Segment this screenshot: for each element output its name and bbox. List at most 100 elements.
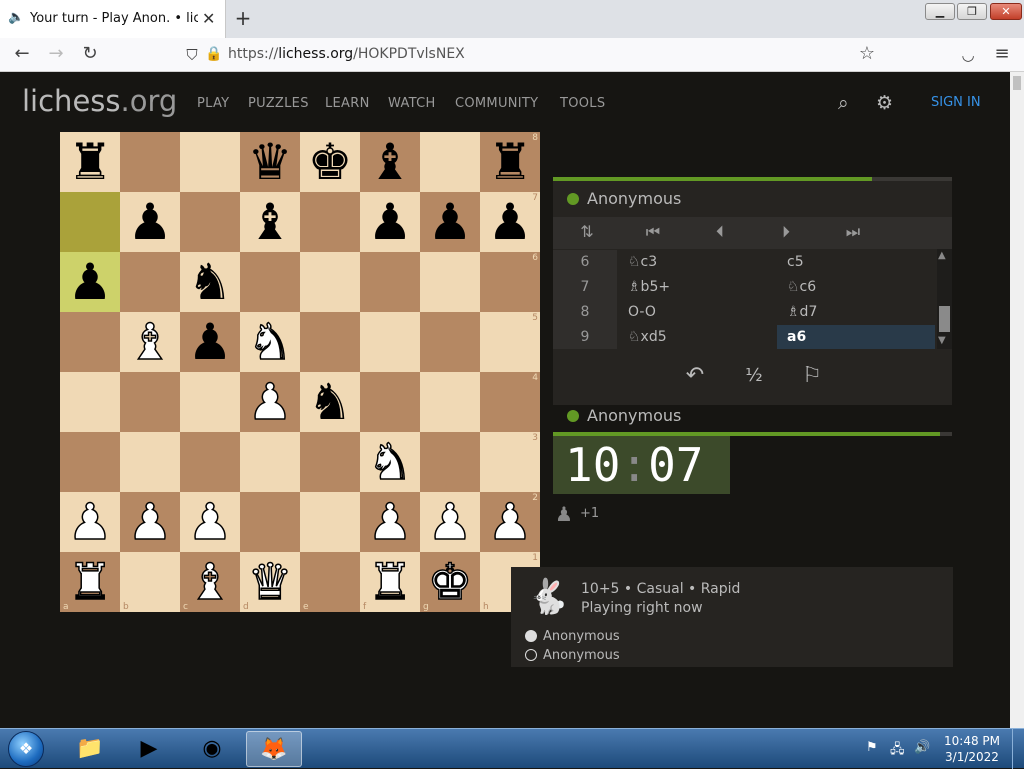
url-bar[interactable]: https://lichess.org/HOKPDTvlsNEX bbox=[228, 46, 465, 62]
white-rook-icon[interactable]: ♜ bbox=[360, 552, 420, 612]
reload-icon[interactable]: ↻ bbox=[78, 43, 102, 64]
white-king-icon[interactable]: ♚ bbox=[420, 552, 480, 612]
scroll-down-icon[interactable]: ▼ bbox=[938, 335, 946, 346]
chess-board[interactable]: ♜ ♛ ♚ ♝ ♜ 8 ♟ ♝ ♟ ♟ ♟ 7 ♟ ♞ 6 ♝ ♟ ♞ 5 ♟ ♞ 4 ♞ 3 ♟ ♟ ♟ ♟ ♟ ♟ 2 ♜ a b ♝ c ♛ d e ♜… bbox=[60, 132, 540, 612]
close-tab-icon[interactable]: ✕ bbox=[202, 9, 215, 28]
square-f1[interactable]: ♜ f bbox=[360, 552, 420, 612]
nav-watch[interactable]: WATCH bbox=[388, 96, 436, 111]
start-button[interactable]: ❖ bbox=[8, 731, 44, 767]
first-move-icon[interactable]: ⏮ bbox=[638, 222, 668, 242]
forward-arrow-icon[interactable]: → bbox=[44, 43, 68, 64]
square-b8[interactable] bbox=[120, 132, 180, 192]
square-d1[interactable]: ♛ d bbox=[240, 552, 300, 612]
last-move-icon[interactable]: ⏭ bbox=[838, 222, 868, 242]
square-c2[interactable]: ♟ bbox=[180, 492, 240, 552]
pocket-icon[interactable]: ◡ bbox=[956, 46, 980, 64]
black-pawn-icon[interactable]: ♟ bbox=[120, 192, 180, 252]
square-b4[interactable] bbox=[120, 372, 180, 432]
speaker-icon[interactable]: 🔈 bbox=[8, 10, 24, 25]
square-f2[interactable]: ♟ bbox=[360, 492, 420, 552]
square-d3[interactable] bbox=[240, 432, 300, 492]
white-pawn-icon[interactable]: ♟ bbox=[240, 372, 300, 432]
opponent-name[interactable]: Anonymous bbox=[587, 189, 681, 208]
tracking-shield-icon[interactable]: ⛉ bbox=[180, 46, 204, 64]
square-b1[interactable]: b bbox=[120, 552, 180, 612]
white-bishop-icon[interactable]: ♝ bbox=[120, 312, 180, 372]
nav-community[interactable]: COMMUNITY bbox=[455, 96, 538, 111]
square-e8[interactable]: ♚ bbox=[300, 132, 360, 192]
square-c1[interactable]: ♝ c bbox=[180, 552, 240, 612]
square-d7[interactable]: ♝ bbox=[240, 192, 300, 252]
square-h6[interactable]: 6 bbox=[480, 252, 540, 312]
scroll-up-icon[interactable]: ▲ bbox=[938, 250, 946, 261]
white-pawn-icon[interactable]: ♟ bbox=[420, 492, 480, 552]
square-f6[interactable] bbox=[360, 252, 420, 312]
minimize-window-button[interactable]: ▁ bbox=[925, 3, 955, 20]
white-queen-icon[interactable]: ♛ bbox=[240, 552, 300, 612]
square-b2[interactable]: ♟ bbox=[120, 492, 180, 552]
white-pawn-icon[interactable]: ♟ bbox=[120, 492, 180, 552]
square-g4[interactable] bbox=[420, 372, 480, 432]
sign-in-link[interactable]: SIGN IN bbox=[931, 95, 981, 110]
bookmark-star-icon[interactable]: ☆ bbox=[855, 43, 879, 64]
flip-board-icon[interactable]: ⇅ bbox=[572, 222, 602, 241]
black-bishop-icon[interactable]: ♝ bbox=[360, 132, 420, 192]
square-e6[interactable] bbox=[300, 252, 360, 312]
black-move[interactable]: a6 bbox=[777, 325, 935, 349]
white-knight-icon[interactable]: ♞ bbox=[240, 312, 300, 372]
show-desktop-button[interactable] bbox=[1012, 729, 1024, 769]
close-window-button[interactable]: ✕ bbox=[990, 3, 1022, 20]
square-g1[interactable]: ♚ g bbox=[420, 552, 480, 612]
square-e3[interactable] bbox=[300, 432, 360, 492]
square-c6[interactable]: ♞ bbox=[180, 252, 240, 312]
white-pawn-icon[interactable]: ♟ bbox=[360, 492, 420, 552]
black-move[interactable]: ♘c6 bbox=[777, 275, 935, 300]
black-rook-icon[interactable]: ♜ bbox=[60, 132, 120, 192]
square-c4[interactable] bbox=[180, 372, 240, 432]
move-list-scroll-thumb[interactable] bbox=[939, 306, 950, 332]
square-b3[interactable] bbox=[120, 432, 180, 492]
takeback-icon[interactable]: ↶ bbox=[675, 363, 715, 388]
white-rook-icon[interactable]: ♜ bbox=[60, 552, 120, 612]
square-a5[interactable] bbox=[60, 312, 120, 372]
white-move[interactable]: ♗b5+ bbox=[618, 275, 778, 300]
square-d8[interactable]: ♛ bbox=[240, 132, 300, 192]
search-icon[interactable]: ⌕ bbox=[838, 92, 849, 114]
tray-flag-icon[interactable]: ⚑ bbox=[866, 740, 878, 755]
white-player-entry[interactable]: Anonymous bbox=[525, 629, 620, 644]
black-knight-icon[interactable]: ♞ bbox=[300, 372, 360, 432]
media-player-icon[interactable]: ▶ bbox=[121, 731, 177, 767]
square-a8[interactable]: ♜ bbox=[60, 132, 120, 192]
white-pawn-icon[interactable]: ♟ bbox=[480, 492, 540, 552]
white-move[interactable]: O-O bbox=[618, 300, 778, 325]
browser-tab[interactable]: 🔈 Your turn - Play Anon. • lichess.org ✕ bbox=[0, 0, 226, 38]
square-h8[interactable]: ♜ 8 bbox=[480, 132, 540, 192]
square-g2[interactable]: ♟ bbox=[420, 492, 480, 552]
square-e5[interactable] bbox=[300, 312, 360, 372]
square-f5[interactable] bbox=[360, 312, 420, 372]
lock-icon[interactable]: 🔒 bbox=[202, 46, 226, 62]
square-e4[interactable]: ♞ bbox=[300, 372, 360, 432]
black-player-entry[interactable]: Anonymous bbox=[525, 648, 620, 663]
move-list-scrollbar[interactable] bbox=[937, 249, 952, 349]
square-d4[interactable]: ♟ bbox=[240, 372, 300, 432]
square-h3[interactable]: 3 bbox=[480, 432, 540, 492]
square-g7[interactable]: ♟ bbox=[420, 192, 480, 252]
square-h4[interactable]: 4 bbox=[480, 372, 540, 432]
square-e1[interactable]: e bbox=[300, 552, 360, 612]
firefox-icon[interactable]: 🦊 bbox=[246, 731, 302, 767]
black-king-icon[interactable]: ♚ bbox=[300, 132, 360, 192]
square-a6[interactable]: ♟ bbox=[60, 252, 120, 312]
square-h7[interactable]: ♟ 7 bbox=[480, 192, 540, 252]
volume-icon[interactable]: 🔊 bbox=[914, 740, 930, 755]
square-b6[interactable] bbox=[120, 252, 180, 312]
nav-play[interactable]: PLAY bbox=[197, 96, 229, 111]
page-scroll-thumb[interactable] bbox=[1013, 76, 1021, 90]
black-pawn-icon[interactable]: ♟ bbox=[480, 192, 540, 252]
square-f3[interactable]: ♞ bbox=[360, 432, 420, 492]
white-bishop-icon[interactable]: ♝ bbox=[180, 552, 240, 612]
white-move[interactable]: ♘xd5 bbox=[618, 325, 778, 349]
system-clock[interactable]: 10:48 PM 3/1/2022 bbox=[942, 733, 1002, 765]
square-b7[interactable]: ♟ bbox=[120, 192, 180, 252]
restore-window-button[interactable]: ❐ bbox=[957, 3, 987, 20]
